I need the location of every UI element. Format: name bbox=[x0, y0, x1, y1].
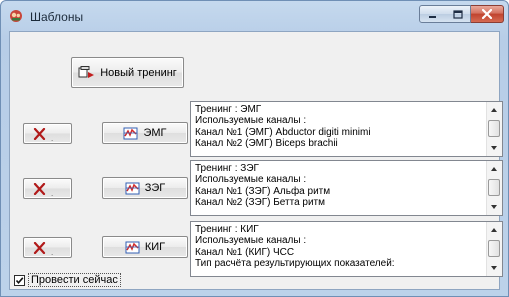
delete-x-icon bbox=[33, 241, 46, 254]
delete-training-button[interactable]: . bbox=[23, 237, 72, 258]
training-button-kig[interactable]: КИГ bbox=[102, 236, 188, 258]
menu-dots-icon: . bbox=[51, 189, 55, 198]
dialog-client-area: Новый тренинг . ЭМГ Тренинг : ЭМГ Исполь… bbox=[9, 31, 503, 290]
description-line: Канал №2 (ЭМГ) Biceps brachii bbox=[195, 138, 338, 150]
description-line: Канал №1 (ЭМГ) Abductor digiti minimi bbox=[195, 126, 371, 138]
maximize-icon bbox=[452, 9, 463, 19]
checkmark-icon bbox=[15, 276, 24, 284]
run-now-checkbox[interactable] bbox=[14, 274, 25, 286]
description-line: Канал №2 (ЗЭГ) Бетта ритм bbox=[195, 197, 326, 209]
new-training-icon bbox=[78, 65, 95, 78]
menu-dots-icon: . bbox=[51, 134, 55, 143]
description-line: Канал №1 (ЗЭГ) Альфа ритм bbox=[195, 185, 331, 197]
minimize-button[interactable] bbox=[419, 5, 446, 23]
scroll-down-arrow-icon[interactable] bbox=[491, 205, 497, 209]
training-description-box[interactable]: Тренинг : ЗЭГ Используемые каналы : Кана… bbox=[190, 160, 503, 216]
training-icon bbox=[123, 127, 138, 139]
run-now-label: Провести сейчас bbox=[28, 273, 121, 287]
training-description-box[interactable]: Тренинг : КИГ Используемые каналы : Кана… bbox=[190, 221, 503, 277]
minimize-icon bbox=[429, 15, 436, 18]
new-training-label: Новый тренинг bbox=[100, 66, 177, 79]
new-training-button[interactable]: Новый тренинг bbox=[71, 57, 184, 88]
description-line: Канал №1 (КИГ) ЧСС bbox=[195, 246, 295, 258]
training-button-zeg[interactable]: ЗЭГ bbox=[102, 177, 188, 199]
training-icon bbox=[125, 182, 140, 194]
scroll-down-arrow-icon[interactable] bbox=[491, 266, 497, 270]
description-line: Тренинг : ЭМГ bbox=[195, 104, 262, 115]
delete-training-button[interactable]: . bbox=[23, 178, 72, 199]
scroll-down-arrow-icon[interactable] bbox=[491, 146, 497, 150]
description-line: Тренинг : КИГ bbox=[195, 224, 259, 235]
training-button-emg[interactable]: ЭМГ bbox=[102, 122, 188, 144]
maximize-button[interactable] bbox=[445, 5, 471, 23]
vertical-scrollbar[interactable] bbox=[486, 161, 502, 215]
description-line: Тренинг : ЗЭГ bbox=[195, 163, 259, 174]
delete-x-icon bbox=[33, 182, 46, 195]
window-frame: Шаблоны Новый тренинг . ЭМГ Тренинг: ЭМ… bbox=[0, 0, 509, 297]
delete-x-icon bbox=[33, 127, 46, 140]
vertical-scrollbar[interactable] bbox=[486, 222, 502, 276]
description-line: Используемые каналы : bbox=[195, 235, 307, 247]
delete-training-button[interactable]: . bbox=[23, 123, 72, 144]
training-button-label: ЗЭГ bbox=[144, 182, 166, 194]
description-line: Используемые каналы : bbox=[195, 174, 307, 186]
close-button[interactable] bbox=[471, 5, 504, 23]
run-now-checkbox-row[interactable]: Провести сейчас bbox=[14, 273, 121, 287]
app-icon bbox=[9, 9, 23, 23]
scroll-up-arrow-icon[interactable] bbox=[491, 108, 497, 112]
close-icon bbox=[482, 9, 492, 19]
training-button-label: ЭМГ bbox=[143, 127, 167, 139]
scroll-up-arrow-icon[interactable] bbox=[491, 228, 497, 232]
scroll-up-arrow-icon[interactable] bbox=[491, 167, 497, 171]
window-title: Шаблоны bbox=[30, 10, 84, 24]
menu-dots-icon: . bbox=[51, 248, 55, 257]
scroll-thumb[interactable] bbox=[488, 240, 500, 257]
description-line: Используемые каналы : bbox=[195, 115, 307, 127]
training-icon bbox=[125, 241, 140, 253]
training-button-label: КИГ bbox=[144, 241, 166, 253]
scroll-thumb[interactable] bbox=[488, 179, 500, 196]
title-bar[interactable]: Шаблоны bbox=[1, 1, 508, 31]
scroll-thumb[interactable] bbox=[488, 120, 500, 137]
training-description-box[interactable]: Тренинг : ЭМГ Используемые каналы : Кана… bbox=[190, 101, 503, 157]
vertical-scrollbar[interactable] bbox=[486, 102, 502, 156]
description-line: Тип расчёта результирующих показателей: bbox=[195, 258, 395, 270]
